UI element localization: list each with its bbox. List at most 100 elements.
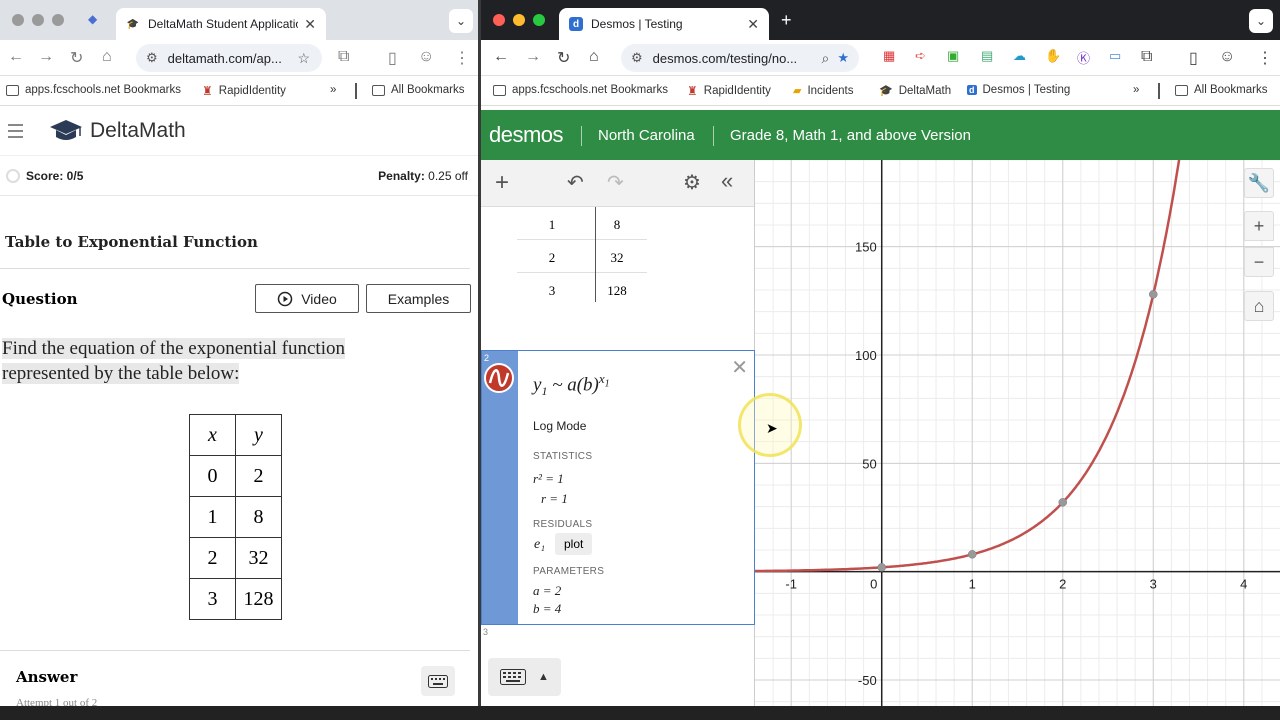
tab-search-chevron-icon[interactable]: ⌄: [1249, 9, 1273, 33]
home-icon[interactable]: ⌂: [589, 48, 599, 66]
sidepanel-icon[interactable]: ▯: [1189, 48, 1198, 68]
close-tab-icon[interactable]: ✕: [747, 16, 759, 33]
examples-button[interactable]: Examples: [366, 284, 471, 313]
video-button[interactable]: Video: [255, 284, 359, 313]
extension-arrow-icon[interactable]: ➪: [915, 48, 926, 64]
rapididentity-icon: ♜: [202, 84, 213, 98]
table-column-divider: [595, 207, 596, 302]
plot-residuals-button[interactable]: plot: [555, 533, 593, 555]
zoom-out-icon[interactable]: −: [1244, 247, 1274, 277]
forward-icon[interactable]: →: [38, 48, 54, 66]
zoom-window-button[interactable]: [52, 14, 64, 26]
extensions-puzzle-icon[interactable]: ⧉: [1141, 48, 1152, 66]
extensions-icon[interactable]: ⧉: [338, 48, 349, 66]
address-bar[interactable]: ⚙ desmos.com/testing/no... ⌕ ★: [621, 44, 859, 72]
window-controls[interactable]: [12, 14, 64, 26]
regression-expression[interactable]: 2 ✕ y1 ~ a(b)x1 Log Mode STATISTICS r² =…: [481, 350, 755, 625]
bookmark-rapididentity[interactable]: ♜ RapidIdentity: [687, 84, 771, 98]
deltamath-logo[interactable]: DeltaMath: [48, 118, 186, 144]
address-bar[interactable]: ⚙ deltamath.com/ap... ☆: [136, 44, 322, 72]
profile-avatar-icon[interactable]: ☺: [1219, 48, 1235, 66]
cell-y[interactable]: 32: [597, 250, 637, 266]
bookmark-folder-apps[interactable]: apps.fcschools.net Bookmarks: [6, 84, 181, 96]
profile-avatar-icon[interactable]: ☺: [418, 48, 434, 66]
redo-icon[interactable]: ↷: [607, 170, 624, 195]
extension-hand-icon[interactable]: ✋: [1045, 48, 1061, 64]
graph-settings-wrench-icon[interactable]: 🔧: [1244, 168, 1274, 198]
graph-paper[interactable]: -1 0 1 2 3 4 150 100 50 -50 🔧 + − ⌂: [755, 160, 1280, 706]
question-prompt: Find the equation of the exponential fun…: [2, 336, 382, 386]
close-tab-icon[interactable]: ✕: [304, 16, 316, 33]
extension-k-icon[interactable]: Ⓚ: [1077, 48, 1090, 67]
left-tab-strip: ◆ 🎓 DeltaMath Student Applicatio ✕ ⌄: [0, 0, 478, 40]
minimize-window-button[interactable]: [32, 14, 44, 26]
extension-badge-icon[interactable]: ▤: [981, 48, 993, 64]
url-text: deltamath.com/ap...: [167, 50, 282, 66]
delete-expression-icon[interactable]: ✕: [731, 355, 748, 380]
bookmark-star-icon[interactable]: ☆: [297, 50, 310, 67]
zoom-in-icon[interactable]: +: [1244, 211, 1274, 241]
extension-flag-icon[interactable]: ▦: [883, 48, 895, 64]
close-window-button[interactable]: [12, 14, 24, 26]
reload-icon[interactable]: ↻: [70, 48, 83, 68]
minimize-window-button[interactable]: [513, 14, 525, 26]
reload-icon[interactable]: ↻: [557, 48, 570, 68]
close-window-button[interactable]: [493, 14, 505, 26]
graph-svg[interactable]: -1 0 1 2 3 4 150 100 50 -50: [755, 160, 1280, 706]
default-viewport-home-icon[interactable]: ⌂: [1244, 291, 1274, 321]
desmos-favicon-icon: d: [569, 17, 583, 31]
keyboard-toggle-button[interactable]: [421, 666, 455, 696]
zoom-magnifier-icon[interactable]: ⌕: [822, 50, 830, 67]
cell-x[interactable]: 3: [537, 283, 567, 299]
header-separator: [713, 126, 714, 146]
bookmark-deltamath[interactable]: 🎓 DeltaMath: [879, 84, 951, 98]
bookmark-incidents[interactable]: ▰ Incidents: [793, 84, 854, 98]
collapse-list-icon[interactable]: «: [721, 168, 733, 194]
menu-kebab-icon[interactable]: ⋮: [1257, 48, 1273, 68]
bookmark-folder-apps[interactable]: apps.fcschools.net Bookmarks: [493, 84, 668, 96]
cell-x[interactable]: 1: [537, 217, 567, 233]
window-controls[interactable]: [493, 14, 545, 26]
new-tab-plus-icon[interactable]: +: [781, 10, 792, 31]
extension-cloud-icon[interactable]: ☁: [1013, 48, 1026, 64]
extension-grid-icon[interactable]: ▣: [947, 48, 959, 64]
bookmark-all-bookmarks[interactable]: All Bookmarks: [372, 84, 465, 96]
more-bookmarks-chevron[interactable]: »: [1133, 84, 1139, 96]
forward-icon[interactable]: →: [525, 48, 541, 66]
pinned-tab-icon[interactable]: ◆: [88, 12, 97, 26]
log-mode-toggle[interactable]: Log Mode: [533, 419, 586, 433]
zoom-window-button[interactable]: [533, 14, 545, 26]
site-info-icon[interactable]: ⚙: [631, 50, 643, 66]
tab-deltamath[interactable]: 🎓 DeltaMath Student Applicatio ✕: [116, 8, 326, 40]
cell-x[interactable]: 2: [537, 250, 567, 266]
regression-curve-icon[interactable]: [484, 363, 514, 393]
hamburger-menu-icon[interactable]: [8, 124, 23, 142]
sidepanel-icon[interactable]: ▯: [388, 48, 397, 68]
undo-icon[interactable]: ↶: [567, 170, 584, 195]
tab-desmos[interactable]: d Desmos | Testing ✕: [559, 8, 769, 40]
tab-title: Desmos | Testing: [591, 17, 683, 31]
divider: [0, 650, 470, 651]
y-tick-label: 50: [862, 456, 876, 471]
score-text: Score: 0/5: [26, 169, 84, 183]
graduation-cap-icon: 🎓: [879, 85, 893, 97]
extension-screen-icon[interactable]: ▭: [1109, 48, 1121, 64]
keypad-toggle-button[interactable]: ▲: [488, 658, 561, 696]
settings-gear-icon[interactable]: ⚙: [683, 170, 701, 195]
back-icon[interactable]: ←: [8, 48, 24, 66]
bookmark-star-filled-icon[interactable]: ★: [837, 50, 849, 66]
bookmark-desmos-testing[interactable]: d Desmos | Testing: [967, 84, 1070, 96]
bookmark-rapididentity[interactable]: ♜ RapidIdentity: [202, 84, 286, 98]
bookmark-all-bookmarks[interactable]: All Bookmarks: [1175, 84, 1268, 96]
add-item-plus-icon[interactable]: +: [495, 169, 509, 197]
cell-y[interactable]: 128: [597, 283, 637, 299]
graduation-cap-icon: 🎓: [126, 18, 140, 30]
tab-search-chevron-icon[interactable]: ⌄: [449, 9, 473, 33]
site-info-icon[interactable]: ⚙: [146, 50, 158, 66]
home-icon[interactable]: ⌂: [102, 48, 112, 66]
back-icon[interactable]: ←: [493, 48, 509, 66]
cell-y[interactable]: 8: [597, 217, 637, 233]
menu-kebab-icon[interactable]: ⋮: [454, 48, 470, 68]
more-bookmarks-chevron[interactable]: »: [330, 84, 336, 96]
regression-formula[interactable]: y1 ~ a(b)x1: [533, 371, 610, 399]
